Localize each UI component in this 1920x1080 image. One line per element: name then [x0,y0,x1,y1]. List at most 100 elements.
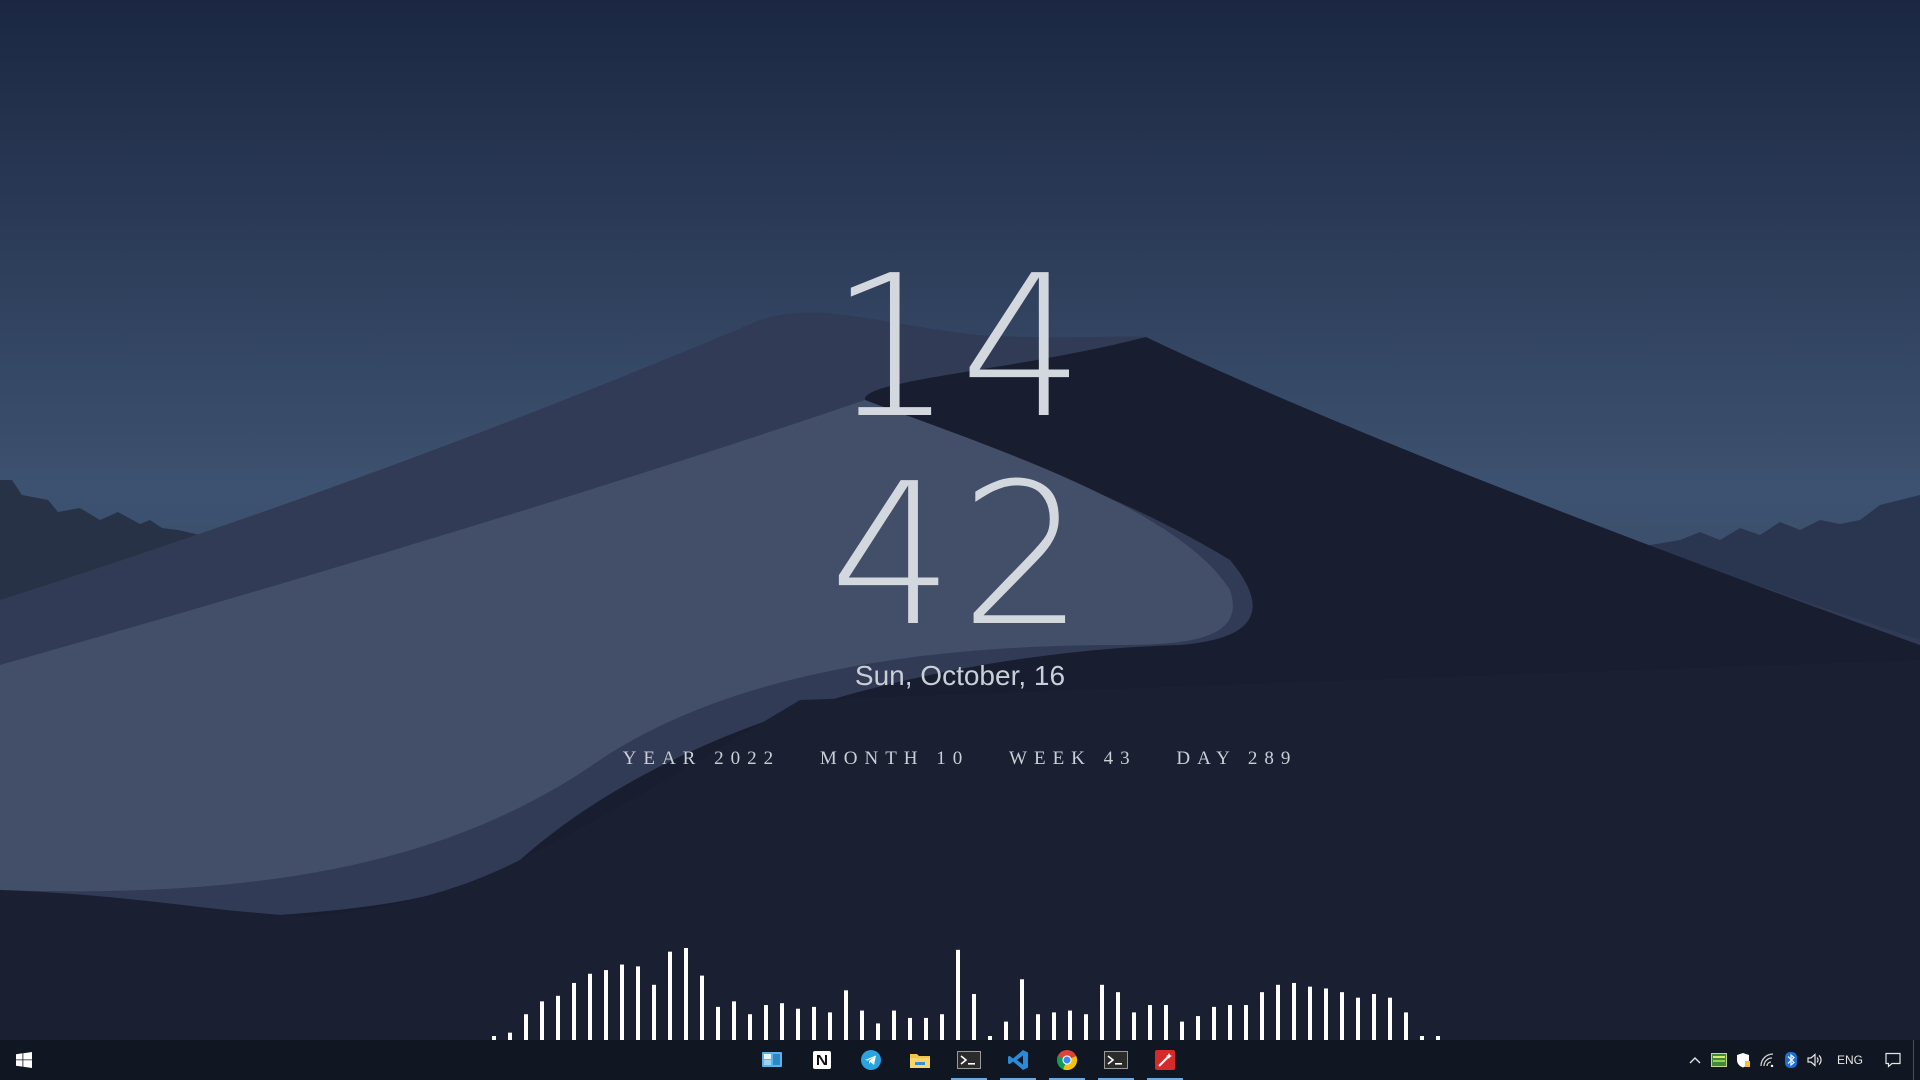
visualizer-bar [956,949,960,1040]
taskbar-app-chrome[interactable] [1045,1040,1089,1080]
visualizer-bar [780,1003,784,1040]
visualizer-bar [1180,1021,1184,1040]
visualizer-bar [508,1032,512,1040]
tray-network[interactable] [1755,1040,1779,1080]
visualizer-bar [684,948,688,1040]
notification-button[interactable] [1873,1040,1913,1080]
system-tray: ENG [1683,1040,1920,1080]
clock-hours: 14 [829,234,1091,462]
visualizer-bar [860,1010,864,1040]
visualizer-bar [876,1023,880,1040]
visualizer-bar [892,1010,896,1040]
stat-year-value: 2022 [714,748,781,769]
visualizer-bar [732,1001,736,1040]
taskbar-app-notion[interactable] [800,1040,844,1080]
show-hidden-icons[interactable] [1683,1040,1707,1080]
visualizer-bar [844,990,848,1040]
volume-icon [1807,1053,1822,1067]
stat-year: YEAR 2022 [623,748,780,770]
stat-month-value: 10 [936,748,970,769]
visualizer-bar [972,994,976,1040]
visualizer-bar [1068,1010,1072,1040]
visualizer-bar [1164,1005,1168,1040]
stat-month-label: MONTH [819,748,925,769]
visualizer-bar [1388,997,1392,1040]
stat-week: WEEK 43 [1009,748,1137,770]
tray-monitor-app[interactable] [1707,1040,1731,1080]
taskbar: ENG [0,1040,1920,1080]
visualizer-bar [1148,1005,1152,1040]
notion-icon [813,1051,831,1069]
visualizer-bar [620,964,624,1040]
magic-wand-icon [1155,1050,1175,1070]
visualizer-bar [716,1006,720,1040]
language-indicator[interactable]: ENG [1827,1040,1873,1080]
visualizer-bar [1036,1014,1040,1040]
visualizer-bar [700,975,704,1040]
vscode-icon [1008,1050,1028,1070]
windows-logo-icon [16,1052,32,1068]
monitor-app-icon [1710,1053,1727,1067]
stat-day-value: 289 [1247,748,1298,769]
taskbar-app-vscode[interactable] [996,1040,1040,1080]
calendar-stats: YEAR 2022 MONTH 10 WEEK 43 DAY 289 [0,748,1920,770]
visualizer-bar [1404,1012,1408,1040]
taskbar-app-terminal-2[interactable] [1094,1040,1138,1080]
visualizer-bar [748,1014,752,1040]
chrome-icon [1056,1050,1078,1071]
notification-icon [1885,1052,1901,1068]
folder-icon [910,1054,930,1068]
visualizer-bar [1116,992,1120,1040]
control-panel-icon [762,1052,782,1067]
visualizer-bar [924,1017,928,1040]
taskbar-app-telegram[interactable] [849,1040,893,1080]
taskbar-app-control-panel[interactable] [750,1040,794,1080]
taskbar-app-magic-tool[interactable] [1143,1040,1187,1080]
visualizer-bar [828,1012,832,1040]
date-display: Sun, October, 16 [854,660,1066,691]
tray-security[interactable] [1731,1040,1755,1080]
visualizer-bar [1052,1012,1056,1040]
stat-day-label: DAY [1176,748,1237,769]
visualizer-bar [796,1008,800,1040]
telegram-icon [861,1050,881,1070]
visualizer-bar [1084,1014,1088,1040]
visualizer-bar [1276,984,1280,1040]
visualizer-bar [1356,997,1360,1040]
show-desktop-button[interactable] [1913,1040,1920,1080]
visualizer-bar [1100,984,1104,1040]
visualizer-bar [1004,1021,1008,1040]
chevron-up-icon [1689,1057,1701,1064]
visualizer-bar [636,966,640,1040]
visualizer-bar [940,1014,944,1040]
visualizer-bar [604,970,608,1040]
visualizer-bar [1372,994,1376,1040]
tray-bluetooth[interactable] [1779,1040,1803,1080]
clock-minutes: 42 [829,442,1091,670]
visualizer-bar [524,1014,528,1040]
visualizer-bar [1228,1005,1232,1040]
taskbar-app-file-explorer[interactable] [898,1040,942,1080]
visualizer-bar [668,951,672,1040]
shield-icon [1736,1053,1750,1068]
start-button[interactable] [0,1040,48,1080]
visualizer-bar [1308,986,1312,1040]
visualizer-bar [1244,1005,1248,1040]
stat-year-label: YEAR [622,748,703,769]
visualizer-bar [572,982,576,1040]
visualizer-bar [908,1017,912,1040]
stat-week-label: WEEK [1009,748,1092,769]
visualizer-bar [1020,979,1024,1040]
visualizer-bar [540,1001,544,1040]
terminal-icon [957,1051,981,1069]
taskbar-app-terminal[interactable] [947,1040,991,1080]
stat-week-value: 43 [1103,748,1137,769]
tray-volume[interactable] [1803,1040,1827,1080]
wifi-icon [1760,1053,1774,1067]
visualizer-bar [1260,992,1264,1040]
stat-day: DAY 289 [1176,748,1297,770]
visualizer-bar [556,995,560,1040]
visualizer-bar [1196,1016,1200,1040]
stat-month: MONTH 10 [820,748,969,770]
visualizer-bar [764,1005,768,1040]
